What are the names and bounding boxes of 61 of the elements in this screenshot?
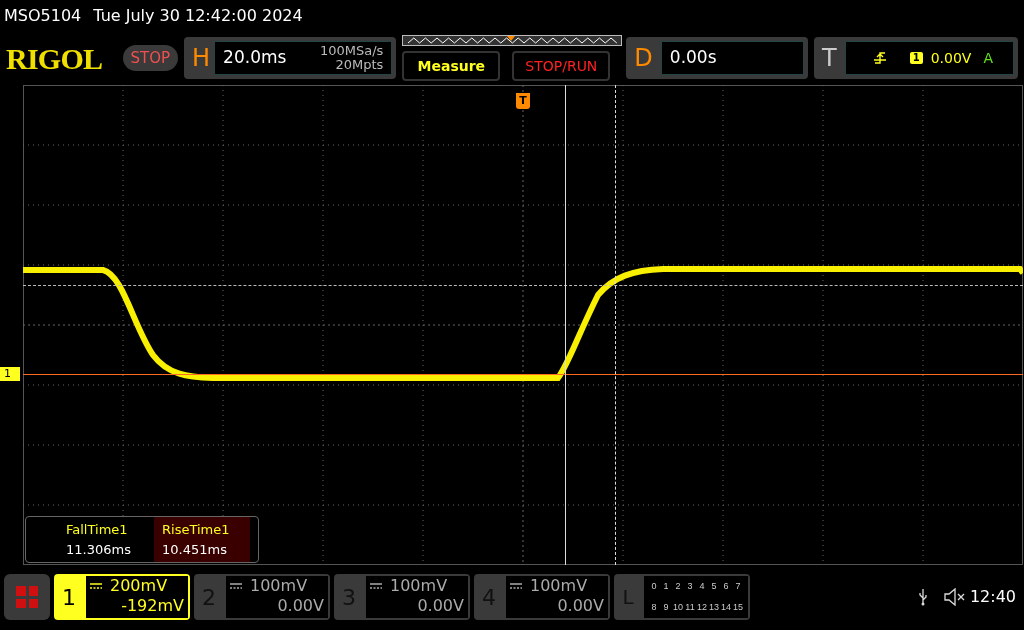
date-time: Tue July 30 12:42:00 2024 (93, 5, 303, 27)
clock-time: 12:40 (969, 586, 1016, 608)
app-menu-button[interactable] (4, 574, 50, 620)
measure-button[interactable]: Measure (402, 51, 501, 81)
channel-number: 1 (61, 583, 77, 612)
channel-panel[interactable]: 1 200mV -192mV (54, 574, 190, 620)
logic-bit-label: 15 (732, 600, 744, 614)
logic-bit-label: 7 (734, 579, 742, 593)
channel-scale: 100mV (530, 576, 588, 596)
channel-offset: -192mV (121, 596, 184, 616)
dc-coupling-icon (90, 583, 102, 589)
channel-scale: 200mV (110, 576, 168, 596)
channel-scale: 100mV (390, 576, 448, 596)
channel-offset: 0.00V (277, 596, 324, 616)
dc-coupling-icon (370, 583, 382, 589)
measurement-name: RiseTime1 (162, 521, 231, 539)
channel-offset: 0.00V (417, 596, 464, 616)
measurement-value: 10.451ms (162, 540, 228, 559)
logic-bit-label: 5 (710, 579, 718, 593)
logic-bit-label: 8 (650, 600, 658, 614)
speaker-muted-icon (943, 588, 966, 606)
logic-bit-label: 2 (674, 579, 682, 593)
trigger-level: 0.00V (930, 48, 972, 68)
measurement-name: FallTime1 (66, 521, 129, 539)
measurement-item[interactable]: RiseTime1 10.451ms (154, 517, 250, 562)
logic-bit-label: 0 (650, 579, 658, 593)
model-name: MSO5104 (4, 5, 82, 27)
memory-depth: 20Mpts (335, 58, 384, 72)
dc-coupling-icon (230, 583, 242, 589)
dc-coupling-icon (510, 583, 522, 589)
horizontal-label: H (192, 43, 211, 74)
logic-bit-label: 4 (698, 579, 706, 593)
delay-value: 0.00s (669, 46, 717, 70)
logic-bit-label: 6 (722, 579, 730, 593)
logic-bit-label: 12 (696, 600, 708, 614)
logic-bit-label: 13 (708, 600, 720, 614)
channel-scale: 100mV (250, 576, 308, 596)
measurement-value: 11.306ms (66, 540, 132, 559)
logic-bit-label: 3 (686, 579, 694, 593)
channel-offset: 0.00V (557, 596, 604, 616)
measurement-item[interactable]: FallTime1 11.306ms (58, 517, 154, 562)
logic-bit-label: 9 (662, 600, 670, 614)
trigger-mode: A (983, 48, 993, 68)
trigger-panel[interactable]: T 1 0.00V A (814, 37, 1018, 79)
trigger-label: T (822, 43, 837, 74)
trigger-position-marker: T (516, 93, 530, 109)
timebase-value: 20.0ms (223, 46, 287, 70)
logic-bit-label: 14 (720, 600, 732, 614)
stop-run-button[interactable]: STOP/RUN (512, 51, 611, 81)
usb-icon (917, 588, 928, 606)
logic-bit-label: 10 (672, 600, 684, 614)
sample-rate: 100MSa/s (319, 44, 384, 58)
logic-bit-label: 11 (684, 600, 696, 614)
trigger-source: 1 (909, 52, 923, 64)
brand-logo: RIGOL (6, 40, 104, 77)
channel-marker[interactable]: 1 (0, 367, 20, 381)
rising-edge-icon (873, 52, 886, 64)
logic-bit-label: 1 (662, 579, 670, 593)
horizontal-panel[interactable]: H 20.0ms 100MSa/s 20Mpts (184, 37, 397, 79)
delay-label: D (634, 43, 653, 74)
delay-panel[interactable]: D 0.00s (626, 37, 809, 79)
